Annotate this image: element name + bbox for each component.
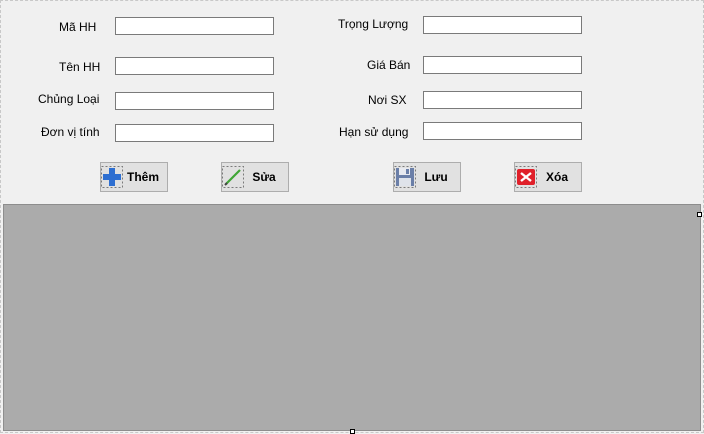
resize-handle-right[interactable] [697,212,702,217]
ma-hh-label: Mã HH [59,20,97,34]
add-button-label: Thêm [126,170,159,184]
han-su-dung-input[interactable] [423,122,582,140]
close-icon [515,166,537,188]
chung-loai-input[interactable] [115,92,274,110]
han-su-dung-label: Hạn sử dụng [339,125,409,139]
delete-button-label: Xóa [545,170,568,184]
chung-loai-label: Chủng Loại [38,92,100,106]
plus-icon [101,166,123,188]
gia-ban-input[interactable] [423,56,582,74]
ten-hh-input[interactable] [115,57,274,75]
don-vi-tinh-label: Đơn vị tính [41,125,100,139]
resize-handle-bottom[interactable] [350,429,355,434]
gia-ban-label: Giá Bán [367,58,411,72]
edit-button-label: Sửa [252,170,276,184]
add-button[interactable]: Thêm [100,162,168,192]
trong-luong-input[interactable] [423,16,582,34]
noi-sx-label: Nơi SX [368,93,407,107]
ten-hh-label: Tên HH [59,60,101,74]
save-button[interactable]: Lưu [393,162,461,192]
edit-button[interactable]: Sửa [221,162,289,192]
ma-hh-input[interactable] [115,17,274,35]
delete-button[interactable]: Xóa [514,162,582,192]
save-button-label: Lưu [424,170,448,184]
data-grid[interactable] [3,204,701,431]
trong-luong-label: Trọng Lượng [338,17,409,31]
don-vi-tinh-input[interactable] [115,124,274,142]
pencil-icon [222,166,244,188]
noi-sx-input[interactable] [423,91,582,109]
floppy-disk-icon [394,166,416,188]
